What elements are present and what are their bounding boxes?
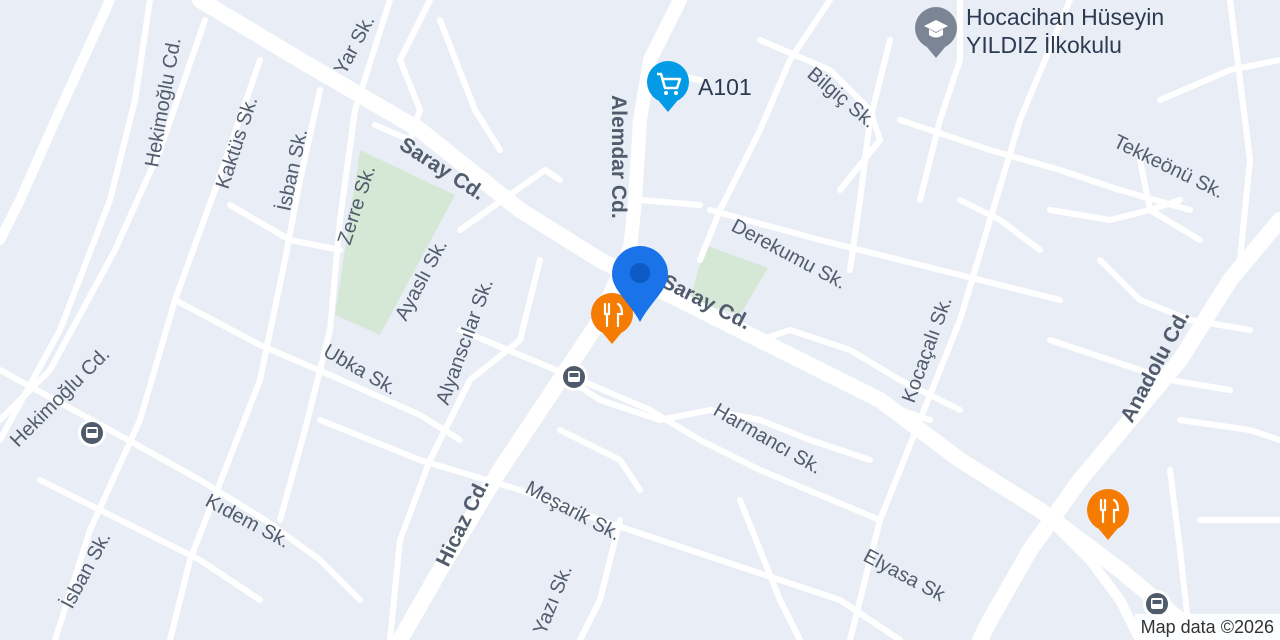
bus-stop-icon[interactable] — [560, 363, 588, 391]
map-canvas[interactable]: Saray Cd. Saray Cd. Alemdar Cd. Hicaz Cd… — [0, 0, 1280, 640]
poi-a101[interactable]: A101 — [647, 18, 752, 112]
poi-label-school-line2: YILDIZ İlkokulu — [966, 32, 1122, 58]
map-attribution[interactable]: Map data ©2026 — [1134, 614, 1280, 640]
restaurant-icon — [1087, 489, 1129, 540]
poi-school[interactable]: Hocacihan Hüseyin YILDIZ İlkokulu — [915, 4, 1164, 58]
poi-restaurant[interactable] — [1087, 489, 1129, 540]
poi-label-school-line1: Hocacihan Hüseyin — [966, 4, 1164, 30]
shopping-cart-icon — [647, 61, 689, 112]
poi-layer: A101 Hocacihan Hüseyin YILDIZ İlkokulu — [78, 4, 1171, 618]
school-icon — [915, 7, 957, 58]
poi-label-a101: A101 — [698, 74, 752, 100]
bus-stop-icon[interactable] — [78, 419, 106, 447]
